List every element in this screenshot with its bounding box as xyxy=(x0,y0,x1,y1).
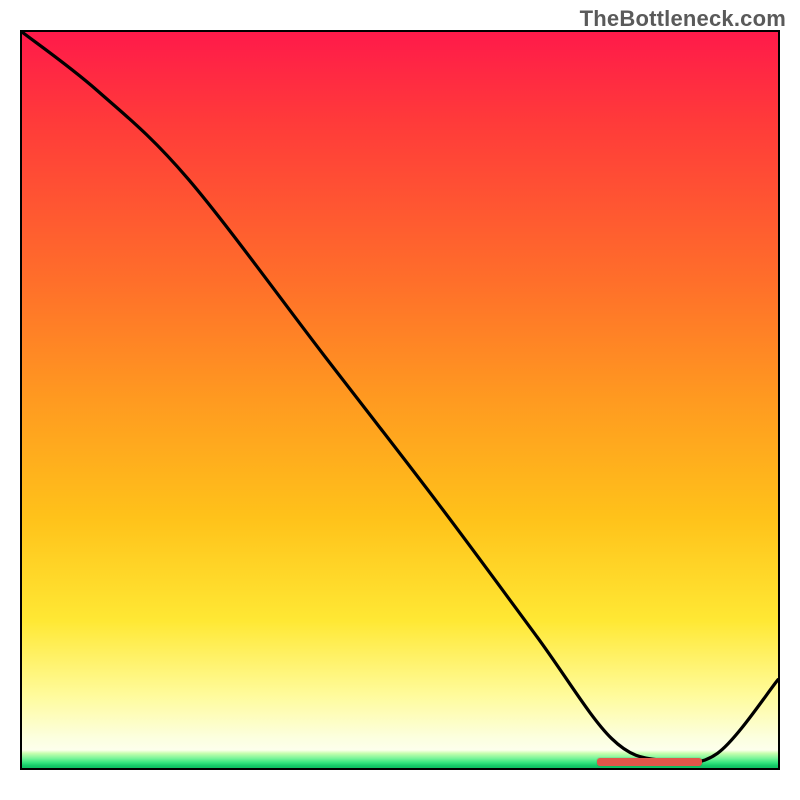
chart-container: TheBottleneck.com xyxy=(0,0,800,800)
plot-area xyxy=(22,32,778,768)
bottleneck-curve xyxy=(22,32,778,768)
watermark-text: TheBottleneck.com xyxy=(580,6,786,32)
valley-marker xyxy=(597,758,703,766)
